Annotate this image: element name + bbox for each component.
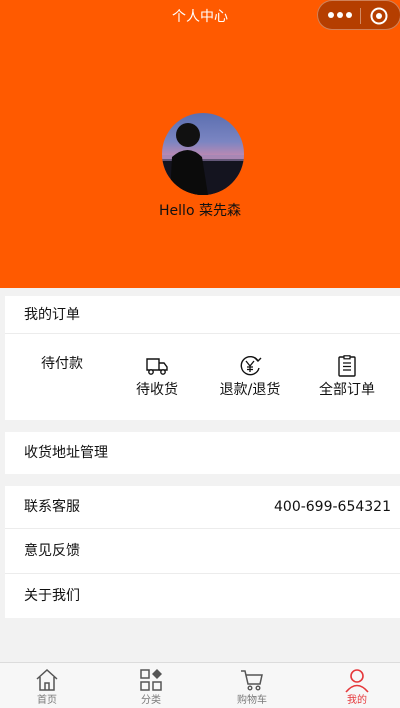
divider [5,333,400,334]
avatar-photo [162,123,244,195]
user-icon [345,669,369,693]
yen-refund-icon [240,355,262,376]
service-phone[interactable]: 400-699-654321 [274,497,391,517]
about-us-label: 关于我们 [24,588,80,604]
tab-mine-label: 我的 [347,695,367,706]
category-icon [140,669,162,691]
feedback-row[interactable]: 意见反馈 [5,529,400,573]
order-all-label: 全部订单 [319,382,375,398]
address-card[interactable]: 收货地址管理 [5,432,400,474]
order-pending-delivery-label: 待收货 [136,382,178,398]
order-all[interactable]: 全部订单 [308,355,386,399]
order-refund-label: 退款/退货 [219,382,281,398]
order-refund[interactable]: 退款/退货 [210,355,290,399]
clipboard-icon [338,355,356,377]
orders-card: 我的订单 待付款 待收货 退款/退货 全部订单 [5,296,400,420]
tab-mine[interactable]: 我的 [327,667,387,707]
close-target-icon[interactable] [370,7,388,25]
home-icon [36,668,58,691]
truck-icon [146,358,168,375]
service-card: 联系客服 400-699-654321 意见反馈 关于我们 [5,486,400,618]
more-icon[interactable] [328,12,352,20]
user-greeting: Hello 菜先森 [159,203,241,219]
order-pending-payment-label: 待付款 [41,356,83,372]
tab-category[interactable]: 分类 [121,667,181,707]
contact-service-row[interactable]: 联系客服 400-699-654321 [5,486,400,528]
feedback-label: 意见反馈 [24,543,80,559]
contact-service-label: 联系客服 [24,499,80,515]
capsule-divider [360,8,361,24]
tab-home[interactable]: 首页 [17,667,77,707]
bottom-tab-bar: 首页 分类 购物车 我的 [0,662,400,708]
profile-header: 个人中心 Hello 菜先森 [0,0,400,288]
about-row[interactable]: 关于我们 [5,574,400,618]
cart-icon [241,670,263,691]
tab-category-label: 分类 [141,695,161,706]
orders-title[interactable]: 我的订单 [24,305,80,325]
tab-home-label: 首页 [37,695,57,706]
avatar[interactable] [162,113,244,195]
tab-cart[interactable]: 购物车 [222,667,282,707]
tab-cart-label: 购物车 [237,695,267,706]
address-management-label: 收货地址管理 [24,445,108,461]
order-pending-delivery[interactable]: 待收货 [122,355,192,399]
order-pending-payment[interactable]: 待付款 [27,353,97,373]
miniprogram-capsule[interactable] [317,0,400,30]
